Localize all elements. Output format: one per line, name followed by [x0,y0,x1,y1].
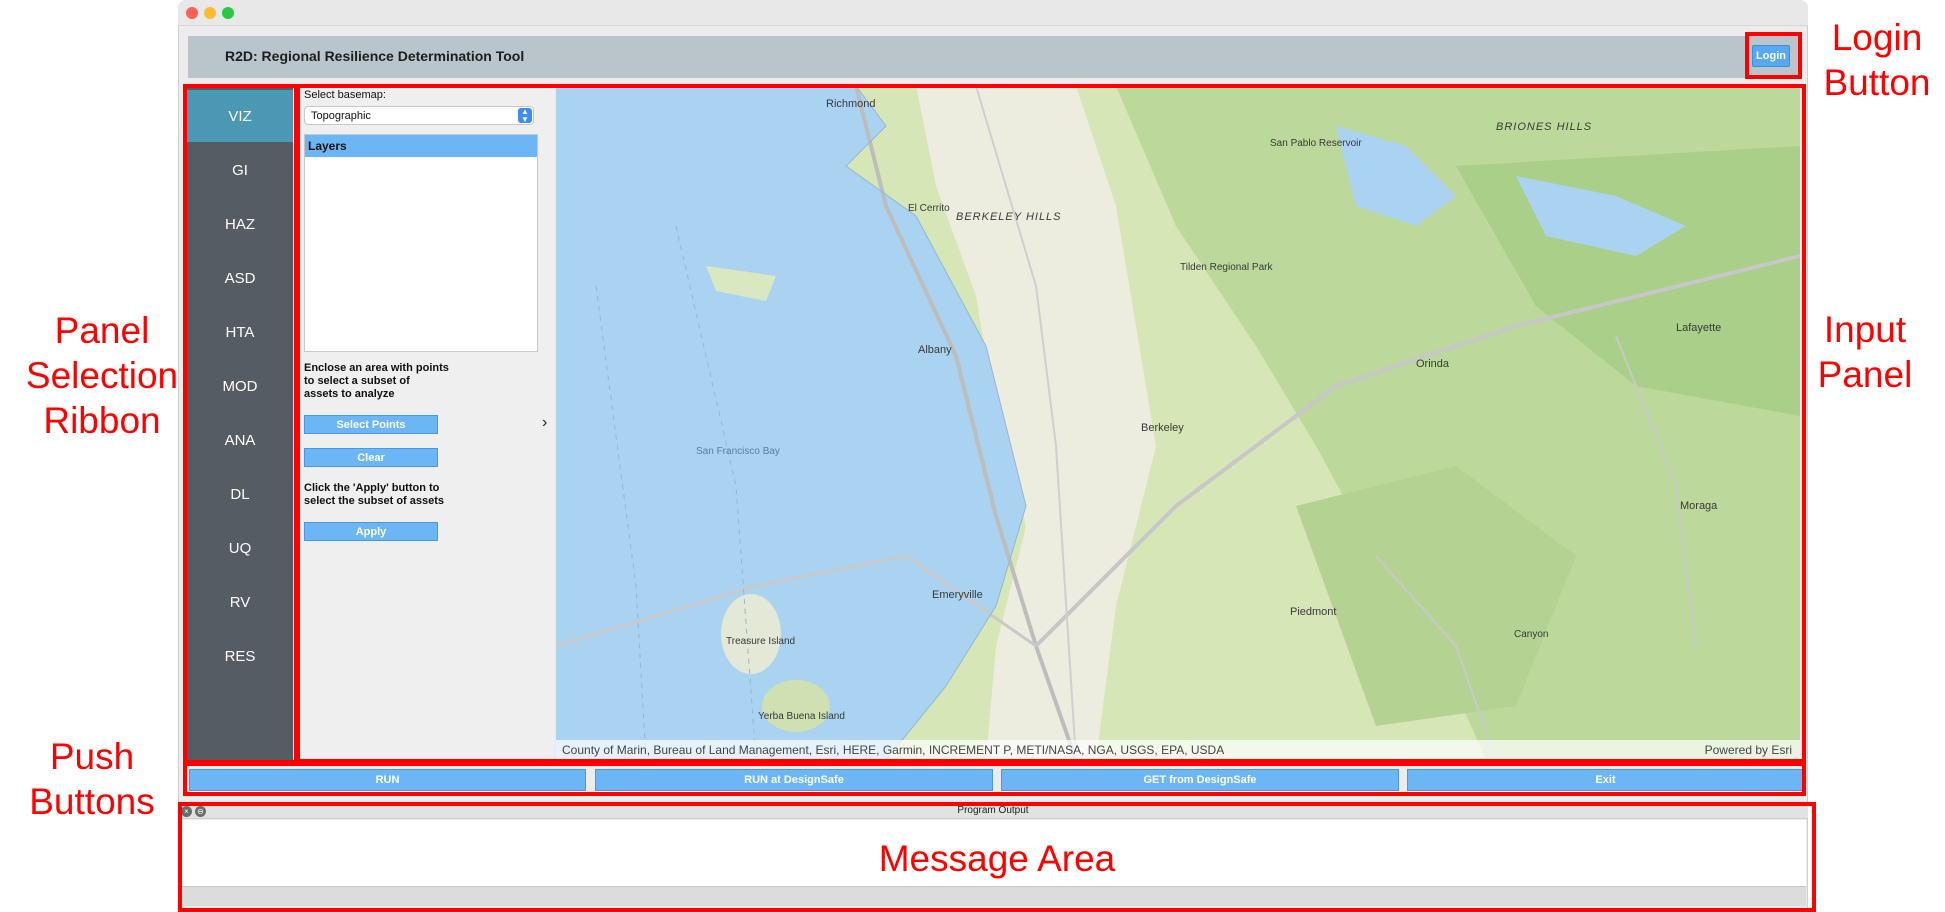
minimize-window-icon[interactable] [204,7,216,19]
close-window-icon[interactable] [186,7,198,19]
annotation-box-push-buttons [183,762,1806,796]
annotation-input-panel: Input Panel [1817,309,1913,395]
annotation-push-buttons: Push Buttons [29,736,155,822]
annotation-message-area: Message Area [878,838,1116,879]
app-title: R2D: Regional Resilience Determination T… [225,48,525,64]
annotation-box-input-panel [296,84,1806,763]
maximize-window-icon[interactable] [222,7,234,19]
annotation-box-ribbon [183,84,298,764]
annotation-box-login [1745,32,1802,79]
annotation-login-button: Login Button [1823,17,1931,103]
annotation-panel-selection-ribbon: Panel Selection Ribbon [25,310,179,441]
window-titlebar [178,0,1808,26]
